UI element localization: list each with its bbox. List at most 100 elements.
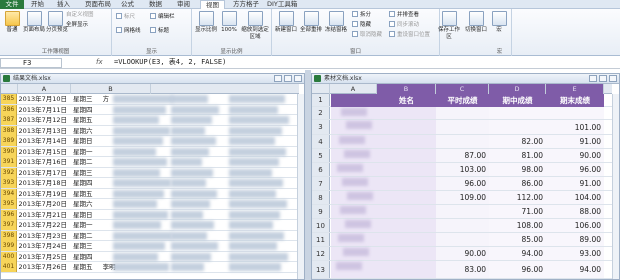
header-cell[interactable]: 期末成绩: [546, 94, 604, 107]
row-number[interactable]: 395: [1, 199, 17, 209]
cell-weekday[interactable]: 星期一: [71, 220, 111, 230]
row-number[interactable]: 401: [1, 262, 17, 272]
row-number[interactable]: 2: [312, 107, 330, 119]
purple-cell[interactable]: [436, 233, 489, 246]
cell-date[interactable]: 2013年7月24日: [18, 241, 69, 251]
row-number[interactable]: 389: [1, 136, 17, 146]
maximize-icon[interactable]: [284, 75, 292, 82]
cell-date[interactable]: 2013年7月23日: [18, 231, 69, 241]
row-number[interactable]: 400: [1, 251, 17, 262]
sync-scroll-button[interactable]: 同步滚动: [389, 21, 419, 29]
cell-weekday[interactable]: 星期三: [71, 168, 111, 178]
row-number[interactable]: 4: [312, 135, 330, 148]
tab-1[interactable]: 开始: [26, 0, 49, 9]
cell-midterm-score[interactable]: 108.00: [489, 219, 543, 233]
cell-date[interactable]: 2013年7月17日: [18, 168, 69, 178]
page-break-preview-button[interactable]: 分页预览: [46, 11, 68, 34]
cell-midterm-score[interactable]: 86.00: [489, 177, 543, 191]
headings-checkbox[interactable]: 标题: [150, 27, 169, 35]
col-header-a[interactable]: A: [330, 84, 377, 94]
table-row[interactable]: 9 71.00 88.00: [312, 205, 619, 219]
table-row[interactable]: 389 2013年7月14日 星期日: [1, 136, 304, 147]
cell-final-score[interactable]: 96.00: [546, 163, 601, 177]
cell-midterm-score[interactable]: 112.00: [489, 191, 543, 205]
table-row[interactable]: 399 2013年7月24日 星期三: [1, 241, 304, 252]
row-number[interactable]: 390: [1, 146, 17, 157]
cell-date[interactable]: 2013年7月19日: [18, 189, 69, 199]
unhide-button[interactable]: 取消隐藏: [352, 31, 382, 39]
freeze-panes-button[interactable]: 冻结窗格: [324, 11, 348, 34]
row-number[interactable]: 385: [1, 94, 17, 104]
row-number[interactable]: 399: [1, 241, 17, 251]
col-header-a[interactable]: A: [18, 84, 71, 94]
table-row[interactable]: 8 109.00 112.00 104.00: [312, 191, 619, 205]
table-row[interactable]: 385 2013年7月10日 星期三 方: [1, 94, 304, 105]
table-row[interactable]: 5 87.00 81.00 90.00: [312, 149, 619, 163]
cell-final-score[interactable]: 91.00: [546, 177, 601, 191]
cell-date[interactable]: 2013年7月26日: [18, 262, 69, 272]
cell-regular-score[interactable]: 109.00: [436, 191, 486, 205]
cell-final-score[interactable]: 101.00: [546, 120, 601, 135]
row-number[interactable]: 392: [1, 167, 17, 178]
tab-4[interactable]: 公式: [116, 0, 139, 9]
cell-final-score[interactable]: 91.00: [546, 135, 601, 149]
tab-3[interactable]: 页面布局: [80, 0, 116, 9]
cell-weekday[interactable]: 星期四: [71, 252, 111, 262]
cell-final-score[interactable]: 106.00: [546, 219, 601, 233]
left-vertical-scrollbar[interactable]: [297, 94, 304, 279]
page-layout-view-button[interactable]: 页面布局: [22, 11, 46, 34]
cell-weekday[interactable]: 星期日: [71, 136, 111, 146]
table-row[interactable]: 7 96.00 86.00 91.00: [312, 177, 619, 191]
col-header-b[interactable]: B: [71, 84, 151, 94]
row-number[interactable]: 3: [312, 120, 330, 134]
minimize-icon[interactable]: [589, 75, 597, 82]
col-header-d[interactable]: D: [489, 84, 546, 94]
table-row[interactable]: 396 2013年7月21日 星期日: [1, 209, 304, 220]
cell-weekday[interactable]: 星期日: [71, 210, 111, 220]
table-row[interactable]: 386 2013年7月11日 星期四: [1, 104, 304, 115]
row-number[interactable]: 396: [1, 209, 17, 220]
col-header-e[interactable]: E: [546, 84, 604, 94]
cell-regular-score[interactable]: 90.00: [436, 247, 486, 261]
split-button[interactable]: 拆分: [352, 11, 371, 19]
row-number[interactable]: 5: [312, 149, 330, 162]
reset-window-button[interactable]: 重设窗口位置: [389, 31, 430, 39]
cell-date[interactable]: 2013年7月25日: [18, 252, 69, 262]
cell-date[interactable]: 2013年7月14日: [18, 136, 69, 146]
table-row[interactable]: 395 2013年7月20日 星期六: [1, 199, 304, 210]
purple-cell[interactable]: [489, 120, 546, 134]
purple-cell[interactable]: [436, 135, 489, 148]
purple-cell[interactable]: [436, 205, 489, 218]
cell-regular-score[interactable]: 83.00: [436, 261, 486, 279]
cell-regular-score[interactable]: 96.00: [436, 177, 486, 191]
cell-weekday[interactable]: 星期一: [71, 147, 111, 157]
cell-weekday[interactable]: 星期四: [71, 105, 111, 115]
purple-cell[interactable]: [377, 191, 436, 204]
cell-midterm-score[interactable]: 71.00: [489, 205, 543, 219]
row-number[interactable]: 397: [1, 220, 17, 230]
purple-cell[interactable]: [377, 177, 436, 190]
tab-0[interactable]: 文件: [0, 0, 24, 9]
row-number[interactable]: 12: [312, 247, 330, 260]
zoom-to-selection-button[interactable]: 缩放到选定区域: [240, 11, 270, 41]
table-row[interactable]: 400 2013年7月25日 星期四: [1, 251, 304, 262]
cell-weekday[interactable]: 星期二: [71, 157, 111, 167]
row-number[interactable]: 388: [1, 125, 17, 136]
table-row[interactable]: 390 2013年7月15日 星期一: [1, 146, 304, 157]
table-row[interactable]: 393 2013年7月18日 星期四: [1, 178, 304, 189]
table-row[interactable]: 6 103.00 98.00 96.00: [312, 163, 619, 177]
cell-date[interactable]: 2013年7月12日: [18, 115, 69, 125]
table-row[interactable]: 398 2013年7月23日 星期二: [1, 230, 304, 241]
cell-weekday[interactable]: 星期三: [71, 241, 111, 251]
cell-midterm-score[interactable]: 81.00: [489, 149, 543, 163]
ruler-checkbox[interactable]: 标尺: [116, 13, 135, 21]
gridlines-checkbox[interactable]: 网格线: [116, 27, 141, 35]
save-workspace-button[interactable]: 保存工作区: [436, 11, 462, 41]
row-number[interactable]: 8: [312, 191, 330, 204]
purple-cell[interactable]: [377, 120, 436, 134]
row-number[interactable]: 9: [312, 205, 330, 218]
header-cell[interactable]: 平时成绩: [436, 94, 489, 107]
right-vertical-scrollbar[interactable]: [612, 94, 619, 279]
col-header-b[interactable]: B: [377, 84, 436, 94]
tab-5[interactable]: 数据: [144, 0, 167, 9]
